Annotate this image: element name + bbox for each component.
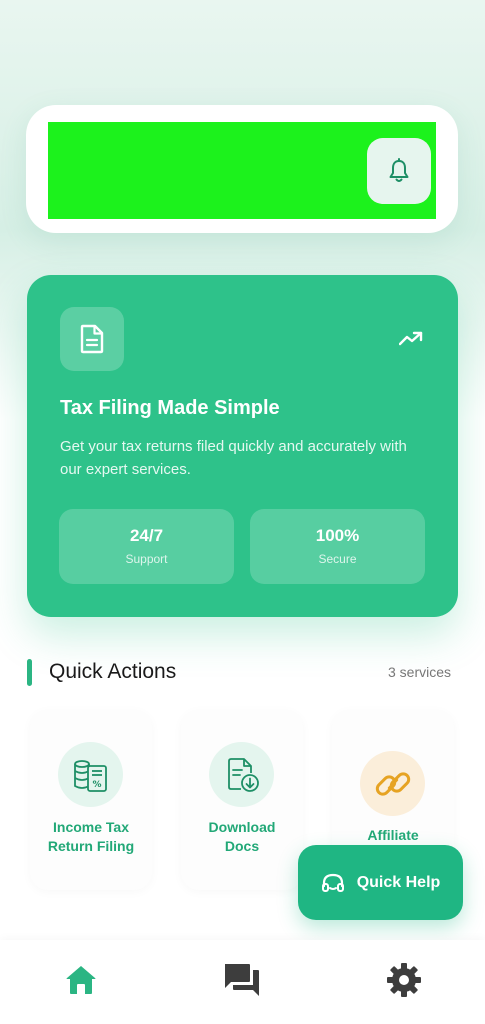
- tax-calculator-icon: %: [73, 759, 107, 792]
- hero-title: Tax Filing Made Simple: [60, 397, 280, 419]
- services-count: 3 services: [388, 664, 452, 680]
- gear-icon: [387, 963, 421, 997]
- stat-value: 24/7: [129, 526, 164, 545]
- hero-description: Get your tax returns filed quickly and a…: [60, 438, 407, 478]
- service-label: Affiliate: [367, 827, 419, 843]
- svg-text:%: %: [92, 780, 101, 790]
- stat-value: 100%: [315, 526, 360, 545]
- service-label: Income Tax Return Filing: [30, 818, 152, 856]
- section-title: Quick Actions: [49, 660, 177, 683]
- service-card-download-docs[interactable]: Download Docs: [181, 710, 303, 890]
- headset-icon: [321, 873, 344, 892]
- document-icon: [80, 324, 104, 354]
- link-icon: [375, 771, 410, 796]
- trending-up-icon: [399, 331, 423, 346]
- quick-help-label: Quick Help: [356, 873, 441, 891]
- document-tile: [60, 307, 124, 371]
- header-card: [26, 105, 458, 233]
- stat-label: Support: [125, 552, 168, 566]
- stat-secure: 100% Secure: [250, 509, 425, 584]
- bottom-nav: [0, 940, 485, 1024]
- section-accent-bar: [27, 659, 32, 686]
- home-icon: [66, 966, 96, 994]
- service-label-line: Income Tax: [53, 819, 129, 835]
- download-doc-icon: [227, 757, 259, 792]
- service-label: Download Docs: [181, 818, 303, 856]
- service-label-line: Return Filing: [47, 838, 135, 854]
- service-icon-circle: %: [58, 742, 123, 807]
- chat-icon: [225, 964, 259, 996]
- bell-icon: [389, 158, 409, 182]
- nav-item-home[interactable]: [61, 960, 101, 1000]
- service-icon-circle: [360, 751, 425, 816]
- service-icon-circle: [209, 742, 274, 807]
- nav-item-messages[interactable]: [222, 960, 262, 1000]
- service-label-line: Download: [208, 819, 276, 835]
- notification-button[interactable]: [367, 138, 431, 204]
- stat-support: 24/7 Support: [59, 509, 234, 584]
- quick-help-button[interactable]: Quick Help: [298, 845, 463, 920]
- service-card-income-tax[interactable]: % Income Tax Return Filing: [30, 710, 152, 890]
- service-label-line: Docs: [224, 838, 260, 854]
- nav-item-settings[interactable]: [384, 960, 424, 1000]
- hero-card: Tax Filing Made Simple Get your tax retu…: [27, 275, 458, 617]
- stat-label: Secure: [318, 552, 357, 566]
